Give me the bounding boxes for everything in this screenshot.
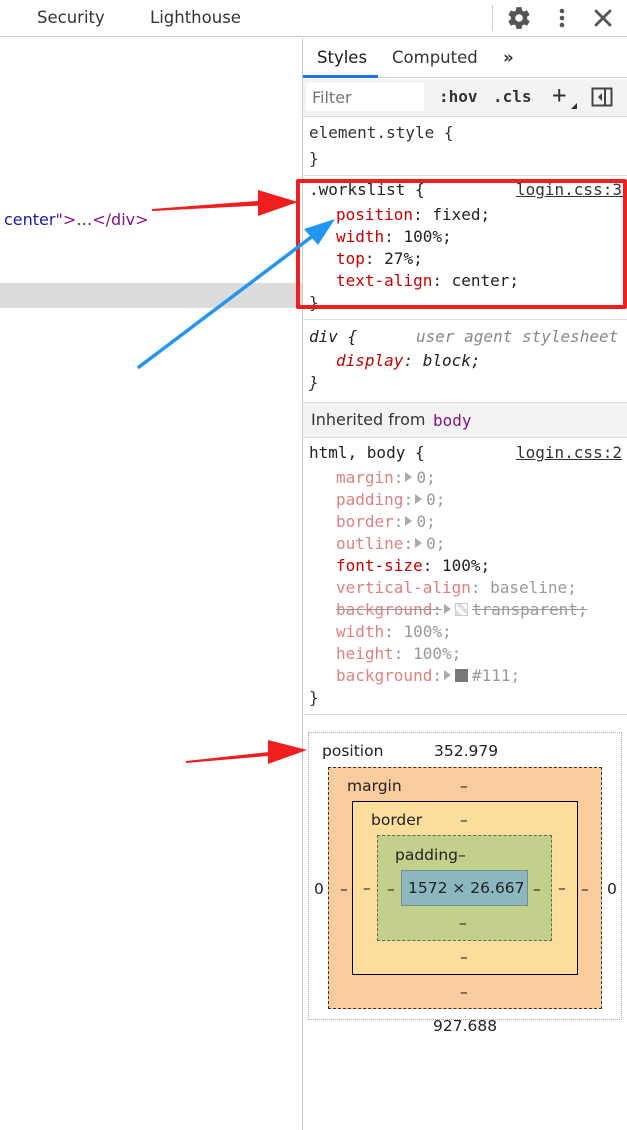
cls-button[interactable]: .cls [493, 87, 532, 106]
more-tabs-icon[interactable]: » [503, 48, 514, 67]
box-border-left-value[interactable]: – [363, 879, 371, 897]
dom-attr-value: center [4, 210, 56, 229]
box-padding-right-value[interactable]: – [533, 880, 541, 898]
decl-padding[interactable]: padding: 0; [336, 490, 445, 509]
tab-computed[interactable]: Computed [392, 48, 478, 67]
expand-triangle-icon[interactable] [415, 494, 423, 504]
box-margin-bottom-value[interactable]: – [460, 983, 468, 1001]
decl-width-inherited[interactable]: width: 100%; [336, 622, 452, 641]
inherited-element-link[interactable]: body [433, 411, 472, 430]
toggle-sidebar-icon[interactable] [591, 86, 613, 108]
box-margin[interactable]: margin – – – – border – – – – padding – … [328, 767, 602, 1009]
expand-triangle-icon[interactable] [405, 472, 413, 482]
rule-div-selector[interactable]: div { [309, 327, 357, 346]
box-padding[interactable]: padding – – – – 1572 × 26.667 [377, 835, 552, 941]
decl-margin[interactable]: margin: 0; [336, 468, 436, 487]
rule-close-brace: } [309, 373, 319, 392]
dom-close-tag: </div> [92, 210, 149, 229]
box-content[interactable]: 1572 × 26.667 [401, 870, 528, 906]
box-border[interactable]: border – – – – padding – – – – 1572 × 26… [352, 801, 578, 975]
rule-divider [303, 714, 627, 715]
box-position-right-value[interactable]: 0 [607, 880, 617, 898]
inherited-from-label: Inherited from [311, 410, 426, 429]
toolbar-divider [492, 5, 493, 31]
dom-node-line[interactable]: center">…</div> [4, 210, 149, 229]
dom-selected-row[interactable] [0, 283, 302, 308]
decl-height[interactable]: height: 100%; [336, 644, 461, 663]
decl-text-align[interactable]: text-align: center; [336, 271, 519, 290]
styles-filter-toolbar: :hov .cls + [303, 79, 627, 117]
box-margin-right-value[interactable]: – [581, 880, 589, 898]
decl-font-size[interactable]: font-size: 100%; [336, 556, 490, 575]
decl-position[interactable]: position: fixed; [336, 205, 490, 224]
box-padding-label: padding [395, 846, 458, 864]
tab-security[interactable]: Security [37, 8, 105, 27]
elements-dom-tree[interactable]: center">…</div> [0, 38, 302, 1130]
rule-divider [303, 319, 627, 320]
box-position-left-value[interactable]: 0 [314, 880, 324, 898]
hov-button[interactable]: :hov [439, 87, 478, 106]
expand-triangle-icon[interactable] [405, 516, 413, 526]
box-border-top-value[interactable]: – [460, 811, 468, 829]
box-margin-label: margin [347, 777, 402, 795]
box-model-diagram: position 352.979 0 0 margin – – – – bord… [308, 732, 622, 1020]
box-margin-left-value[interactable]: – [340, 880, 348, 898]
box-position-top-value[interactable]: 352.979 [434, 742, 498, 760]
new-rule-menu-icon[interactable] [571, 103, 577, 109]
decl-top[interactable]: top: 27%; [336, 249, 423, 268]
gear-icon[interactable] [506, 5, 532, 31]
active-tab-indicator [303, 75, 378, 78]
box-border-right-value[interactable]: – [558, 879, 566, 897]
box-content-size[interactable]: 1572 × 26.667 [408, 879, 525, 897]
user-agent-stylesheet-label: user agent stylesheet [416, 327, 619, 346]
source-link-login-css-31[interactable]: login.css:31 [516, 180, 627, 199]
box-margin-top-value[interactable]: – [460, 777, 468, 795]
tab-styles[interactable]: Styles [317, 48, 367, 67]
transparent-swatch[interactable] [454, 603, 468, 616]
devtools-tab-bar: Security Lighthouse [0, 0, 627, 37]
inherited-from-section: Inherited from body [303, 402, 627, 438]
box-position-bottom-value[interactable]: 927.688 [433, 1017, 497, 1035]
box-border-bottom-value[interactable]: – [460, 948, 468, 966]
color-swatch[interactable] [454, 669, 468, 682]
box-padding-top-value[interactable]: – [458, 846, 466, 864]
box-border-label: border [371, 811, 423, 829]
dom-ellipsis[interactable]: … [76, 210, 92, 229]
styles-tab-strip: Styles Computed » [303, 38, 627, 78]
filter-input[interactable] [306, 83, 424, 111]
dom-tag-punct: "> [55, 210, 77, 229]
new-rule-plus-icon[interactable]: + [552, 81, 566, 109]
decl-background-overridden[interactable]: background: transparent; [336, 600, 588, 619]
rule-workslist-selector[interactable]: .workslist { [309, 180, 425, 199]
decl-outline[interactable]: outline: 0; [336, 534, 445, 553]
rule-close-brace: } [309, 688, 319, 707]
expand-triangle-icon[interactable] [443, 604, 451, 614]
decl-vertical-align[interactable]: vertical-align: baseline; [336, 578, 577, 597]
source-link-login-css-2[interactable]: login.css:2 [516, 443, 622, 462]
rule-html-body-selector[interactable]: html, body { [309, 443, 425, 462]
decl-width[interactable]: width: 100%; [336, 227, 452, 246]
expand-triangle-icon[interactable] [415, 538, 423, 548]
rule-divider [303, 175, 627, 176]
tab-lighthouse[interactable]: Lighthouse [150, 8, 241, 27]
expand-triangle-icon[interactable] [443, 670, 451, 680]
decl-background[interactable]: background: #111; [336, 666, 520, 685]
close-icon[interactable] [592, 7, 614, 29]
rule-element-style-selector[interactable]: element.style { [309, 123, 454, 142]
rule-close-brace: } [309, 149, 319, 168]
box-position-label: position [322, 742, 384, 760]
rule-close-brace: } [309, 293, 319, 312]
decl-border[interactable]: border: 0; [336, 512, 436, 531]
decl-display: display: block; [336, 351, 481, 370]
more-vert-icon[interactable] [552, 5, 572, 31]
styles-pane: Styles Computed » :hov .cls + element.st… [303, 38, 627, 1130]
box-padding-bottom-value[interactable]: – [459, 914, 467, 932]
box-padding-left-value[interactable]: – [387, 880, 395, 898]
